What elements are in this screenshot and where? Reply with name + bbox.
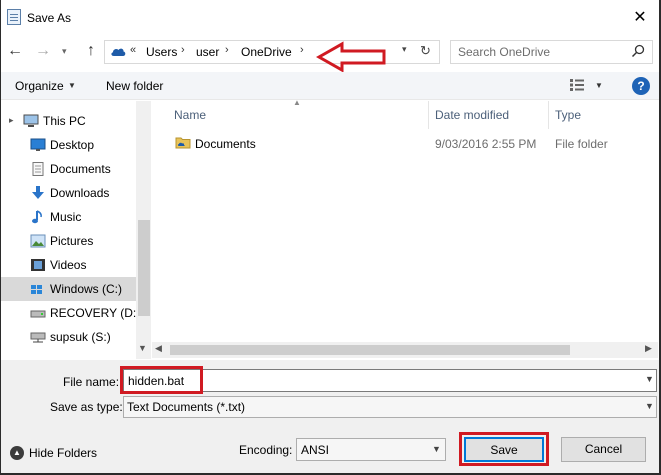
close-button[interactable]: ✕ <box>620 4 660 32</box>
computer-icon <box>23 114 39 127</box>
hide-folders-button[interactable]: Hide Folders <box>29 446 97 460</box>
window-title: Save As <box>27 11 72 25</box>
nav-item-label: supsuk (S:) <box>50 330 111 344</box>
search-icon[interactable] <box>631 44 645 58</box>
chevron-down-icon[interactable]: ▼ <box>68 81 76 90</box>
nav-item-desktop[interactable]: Desktop <box>1 133 137 157</box>
nav-item-label: Desktop <box>50 138 95 152</box>
file-type: File folder <box>555 137 608 151</box>
nav-item-label: Windows (C:) <box>50 282 123 296</box>
column-divider[interactable] <box>428 101 429 129</box>
breadcrumb-users[interactable]: Users <box>146 45 177 59</box>
nav-item-label: Downloads <box>50 186 110 200</box>
encoding-label: Encoding: <box>239 443 293 457</box>
file-date-modified: 9/03/2016 2:55 PM <box>435 137 537 151</box>
organize-menu[interactable]: Organize <box>15 79 64 93</box>
column-header-name[interactable]: Name <box>174 108 206 122</box>
music-icon <box>32 210 42 224</box>
chevron-down-icon[interactable]: ▼ <box>432 444 441 454</box>
horizontal-scroll-thumb[interactable] <box>170 345 570 355</box>
encoding-value[interactable]: ANSI <box>301 443 329 457</box>
breadcrumb-separator-icon[interactable]: › <box>225 44 229 56</box>
title-bar <box>1 0 659 36</box>
view-options-icon[interactable] <box>569 78 585 92</box>
save-as-type-label: Save as type: <box>50 400 123 414</box>
back-arrow-icon[interactable]: ← <box>6 42 24 60</box>
chevron-down-icon[interactable]: ▼ <box>595 81 603 90</box>
scroll-left-chevron-icon[interactable]: ◀ <box>155 343 162 354</box>
file-name-label: File name: <box>63 375 120 389</box>
nav-item-label: Documents <box>50 162 111 176</box>
nav-item-music[interactable]: Music <box>1 205 137 229</box>
annotation-arrow-icon <box>316 41 386 73</box>
sort-ascending-chevron-icon: ▲ <box>293 98 301 107</box>
breadcrumb-onedrive[interactable]: OneDrive <box>241 45 292 59</box>
column-header-date-modified[interactable]: Date modified <box>435 108 509 122</box>
onedrive-folder-icon <box>175 137 191 149</box>
documents-icon <box>32 162 44 176</box>
refresh-icon[interactable]: ↻ <box>420 43 431 59</box>
cancel-button[interactable]: Cancel <box>561 437 646 462</box>
nav-item-documents[interactable]: Documents <box>1 157 137 181</box>
nav-item-label: Pictures <box>50 234 94 248</box>
nav-item-windows-c[interactable]: Windows (C:) <box>1 277 137 301</box>
file-name-field[interactable] <box>123 369 657 392</box>
column-divider[interactable] <box>548 101 549 129</box>
breadcrumb-separator-icon[interactable]: › <box>300 44 304 56</box>
desktop-icon <box>30 138 46 151</box>
downloads-icon <box>32 186 44 199</box>
breadcrumb-user[interactable]: user <box>196 45 219 59</box>
up-arrow-icon[interactable]: ↑ <box>82 42 100 60</box>
annotation-highlight-save <box>459 432 549 466</box>
notepad-icon <box>7 9 21 25</box>
pictures-icon <box>30 234 46 248</box>
nav-item-downloads[interactable]: Downloads <box>1 181 137 205</box>
annotation-highlight-filename <box>120 366 203 394</box>
file-name[interactable]: Documents <box>195 137 256 151</box>
navigation-pane: ▸ This PC Desktop Documents Downloads Mu… <box>1 101 151 359</box>
help-icon[interactable]: ? <box>632 77 650 95</box>
file-name-history-chevron-icon[interactable]: ▼ <box>645 374 654 384</box>
drive-icon <box>31 285 42 294</box>
nav-item-videos[interactable]: Videos <box>1 253 137 277</box>
address-dropdown-chevron-icon[interactable]: ▾ <box>402 44 407 55</box>
hide-folders-chevron-up-icon[interactable]: ▲ <box>10 446 24 460</box>
chevron-down-icon[interactable]: ▼ <box>645 401 654 411</box>
drive-icon <box>30 310 46 318</box>
breadcrumb-separator-icon[interactable]: › <box>181 44 185 56</box>
nav-item-label: Videos <box>50 258 87 272</box>
nav-item-pictures[interactable]: Pictures <box>1 229 137 253</box>
breadcrumb-overflow[interactable]: « <box>130 44 136 56</box>
network-drive-icon <box>30 332 46 343</box>
new-folder-button[interactable]: New folder <box>106 79 163 93</box>
command-toolbar <box>1 72 659 100</box>
forward-arrow-icon[interactable]: → <box>34 42 52 60</box>
save-as-type-value[interactable]: Text Documents (*.txt) <box>127 400 245 414</box>
videos-icon <box>31 259 45 271</box>
tree-expand-chevron-icon[interactable]: ▸ <box>9 115 14 126</box>
onedrive-cloud-icon <box>111 48 126 56</box>
nav-item-supsuk-s[interactable]: supsuk (S:) <box>1 325 137 349</box>
recent-locations-chevron-icon[interactable]: ▾ <box>62 44 72 58</box>
scroll-right-chevron-icon[interactable]: ▶ <box>645 343 652 354</box>
nav-item-this-pc[interactable]: ▸ This PC <box>1 109 137 133</box>
nav-pane-scroll-thumb[interactable] <box>138 220 150 316</box>
file-list-header <box>163 101 659 129</box>
nav-item-label: This PC <box>43 114 86 128</box>
search-placeholder: Search OneDrive <box>458 45 551 59</box>
column-header-type[interactable]: Type <box>555 108 581 122</box>
scroll-down-chevron-icon[interactable]: ▼ <box>138 343 147 353</box>
nav-item-label: Music <box>50 210 82 224</box>
nav-item-label: RECOVERY (D:) <box>50 306 141 320</box>
nav-item-recovery-d[interactable]: RECOVERY (D:) <box>1 301 141 325</box>
